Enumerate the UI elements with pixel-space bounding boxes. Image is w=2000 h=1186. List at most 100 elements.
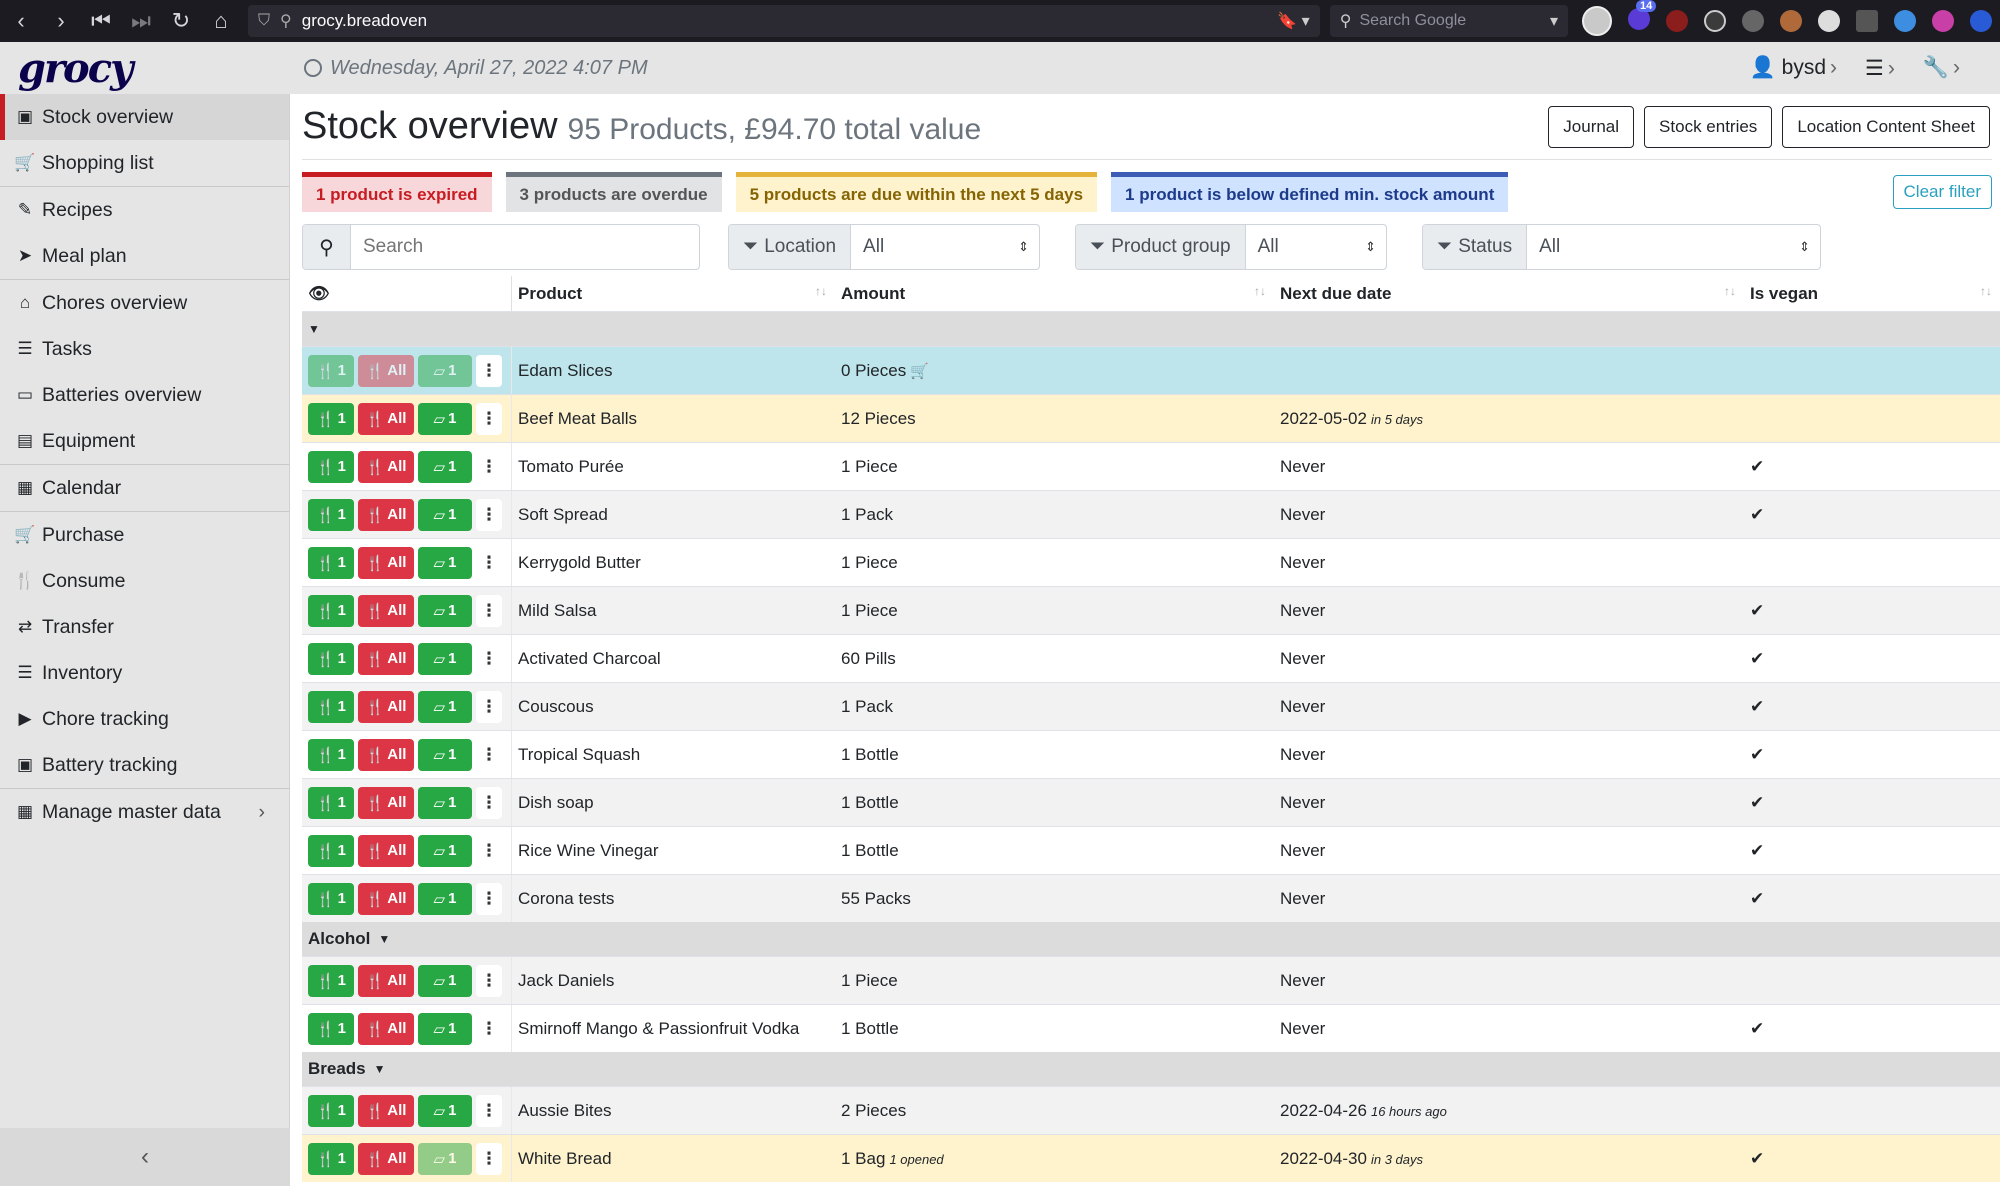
consume-all-button[interactable]: 🍴 All xyxy=(358,546,414,579)
more-options-icon[interactable]: ⋮ xyxy=(476,690,502,723)
product-name[interactable]: Activated Charcoal xyxy=(518,649,661,668)
open-one-button[interactable]: ▱ 1 xyxy=(418,1012,472,1045)
more-options-icon[interactable]: ⋮ xyxy=(476,1094,502,1127)
consume-one-button[interactable]: 🍴 1 xyxy=(308,402,354,435)
more-options-icon[interactable]: ⋮ xyxy=(476,402,502,435)
location-content-sheet-button[interactable]: Location Content Sheet xyxy=(1782,105,1990,148)
product-name[interactable]: Couscous xyxy=(518,697,594,716)
product-cell[interactable]: Aussie Bites xyxy=(512,1101,835,1121)
open-one-button[interactable]: ▱ 1 xyxy=(418,738,472,771)
more-options-icon[interactable]: ⋮ xyxy=(476,834,502,867)
open-one-button[interactable]: ▱ 1 xyxy=(418,882,472,915)
sidebar-item-purchase[interactable]: 🛒 Purchase xyxy=(0,512,289,558)
product-name[interactable]: Beef Meat Balls xyxy=(518,409,637,428)
consume-one-button[interactable]: 🍴 1 xyxy=(308,690,354,723)
product-cell[interactable]: Kerrygold Butter xyxy=(512,553,835,573)
sidebar-collapse-button[interactable]: ‹ xyxy=(0,1128,290,1186)
open-one-button[interactable]: ▱ 1 xyxy=(418,1094,472,1127)
product-cell[interactable]: Rice Wine Vinegar xyxy=(512,841,835,861)
consume-all-button[interactable]: 🍴 All xyxy=(358,882,414,915)
key-icon[interactable] xyxy=(1970,10,1992,32)
consume-one-button[interactable]: 🍴 1 xyxy=(308,642,354,675)
more-options-icon[interactable]: ⋮ xyxy=(476,1142,502,1175)
consume-one-button[interactable]: 🍴 1 xyxy=(308,594,354,627)
sidebar-item-transfer[interactable]: ⇄ Transfer xyxy=(0,604,289,650)
product-cell[interactable]: Activated Charcoal xyxy=(512,649,835,669)
consume-one-button[interactable]: 🍴 1 xyxy=(308,738,354,771)
consume-all-button[interactable]: 🍴 All xyxy=(358,1142,414,1175)
open-one-button[interactable]: ▱ 1 xyxy=(418,498,472,531)
grocy-logo[interactable]: grocy xyxy=(0,45,290,92)
ublock-icon[interactable] xyxy=(1666,10,1688,32)
product-group-select[interactable]: All ⇕ xyxy=(1246,225,1386,269)
circle-ext-icon[interactable] xyxy=(1818,10,1840,32)
more-options-icon[interactable]: ⋮ xyxy=(476,1012,502,1045)
more-options-icon[interactable]: ⋮ xyxy=(476,738,502,771)
column-header-product[interactable]: Product ↑↓ xyxy=(512,284,835,304)
sidebar-item-stock-overview[interactable]: ▣ Stock overview xyxy=(0,94,289,140)
consume-one-button[interactable]: 🍴 1 xyxy=(308,1142,354,1175)
consume-all-button[interactable]: 🍴 All xyxy=(358,402,414,435)
consume-all-button[interactable]: 🍴 All xyxy=(358,690,414,723)
dots-ext-icon[interactable] xyxy=(1856,10,1878,32)
open-one-button[interactable]: ▱ 1 xyxy=(418,690,472,723)
product-name[interactable]: Dish soap xyxy=(518,793,594,812)
consume-all-button[interactable]: 🍴 All xyxy=(358,786,414,819)
consume-one-button[interactable]: 🍴 1 xyxy=(308,882,354,915)
sidebar-item-batteries-overview[interactable]: ▭ Batteries overview xyxy=(0,372,289,418)
product-name[interactable]: Tomato Purée xyxy=(518,457,624,476)
mask-icon[interactable] xyxy=(1704,10,1726,32)
puzzle-icon[interactable] xyxy=(1932,10,1954,32)
product-name[interactable]: Rice Wine Vinegar xyxy=(518,841,658,860)
more-options-icon[interactable]: ⋮ xyxy=(476,450,502,483)
first-page-icon[interactable]: ⏮ xyxy=(88,8,114,34)
sidebar-item-battery-tracking[interactable]: ▣ Battery tracking xyxy=(0,742,289,788)
open-one-button[interactable]: ▱ 1 xyxy=(418,354,472,387)
product-name[interactable]: Mild Salsa xyxy=(518,601,596,620)
column-header-vegan[interactable]: Is vegan ↑↓ xyxy=(1744,284,2000,304)
more-options-icon[interactable]: ⋮ xyxy=(476,354,502,387)
consume-one-button[interactable]: 🍴 1 xyxy=(308,546,354,579)
product-name[interactable]: Smirnoff Mango & Passionfruit Vodka xyxy=(518,1019,799,1038)
status-filter[interactable]: ⏷ Status All ⇕ xyxy=(1422,224,1821,270)
search-input[interactable] xyxy=(351,235,681,259)
home-icon[interactable]: ⌂ xyxy=(208,8,234,34)
chevron-down-icon[interactable]: ▾ xyxy=(1550,11,1558,31)
settings-menu[interactable]: ☰ › xyxy=(1865,56,1895,81)
sidebar-item-calendar[interactable]: ▦ Calendar xyxy=(0,465,289,511)
open-one-button[interactable]: ▱ 1 xyxy=(418,450,472,483)
forward-icon[interactable]: › xyxy=(48,8,74,34)
sidebar-item-shopping-list[interactable]: 🛒 Shopping list xyxy=(0,140,289,186)
product-cell[interactable]: Beef Meat Balls xyxy=(512,409,835,429)
consume-one-button[interactable]: 🍴 1 xyxy=(308,1012,354,1045)
open-one-button[interactable]: ▱ 1 xyxy=(418,1142,472,1175)
more-options-icon[interactable]: ⋮ xyxy=(476,498,502,531)
consume-one-button[interactable]: 🍴 1 xyxy=(308,1094,354,1127)
product-cell[interactable]: Dish soap xyxy=(512,793,835,813)
product-cell[interactable]: Mild Salsa xyxy=(512,601,835,621)
sidebar-item-inventory[interactable]: ☰ Inventory xyxy=(0,650,289,696)
cookie-icon[interactable] xyxy=(1780,10,1802,32)
location-filter[interactable]: ⏷ Location All ⇕ xyxy=(728,224,1040,270)
extension-icon[interactable]: 14 xyxy=(1628,0,1657,35)
product-cell[interactable]: Jack Daniels xyxy=(512,971,835,991)
sidebar-item-consume[interactable]: 🍴 Consume xyxy=(0,558,289,604)
group-header[interactable]: Breads ▼ xyxy=(302,1052,2000,1086)
consume-one-button[interactable]: 🍴 1 xyxy=(308,498,354,531)
open-one-button[interactable]: ▱ 1 xyxy=(418,546,472,579)
overdue-alert[interactable]: 3 products are overdue xyxy=(505,172,722,212)
group-header[interactable]: ▼ xyxy=(302,312,2000,346)
consume-all-button[interactable]: 🍴 All xyxy=(358,964,414,997)
product-cell[interactable]: Tomato Purée xyxy=(512,457,835,477)
product-name[interactable]: Kerrygold Butter xyxy=(518,553,641,572)
consume-all-button[interactable]: 🍴 All xyxy=(358,738,414,771)
consume-all-button[interactable]: 🍴 All xyxy=(358,594,414,627)
more-options-icon[interactable]: ⋮ xyxy=(476,594,502,627)
web-search-field[interactable]: ⚲ Search Google ▾ xyxy=(1329,5,1568,37)
product-name[interactable]: Jack Daniels xyxy=(518,971,614,990)
consume-all-button[interactable]: 🍴 All xyxy=(358,642,414,675)
bookmark-icon[interactable]: 🔖 ▾ xyxy=(1277,11,1309,31)
product-cell[interactable]: Tropical Squash xyxy=(512,745,835,765)
product-name[interactable]: Soft Spread xyxy=(518,505,608,524)
reload-icon[interactable]: ↻ xyxy=(168,8,194,34)
